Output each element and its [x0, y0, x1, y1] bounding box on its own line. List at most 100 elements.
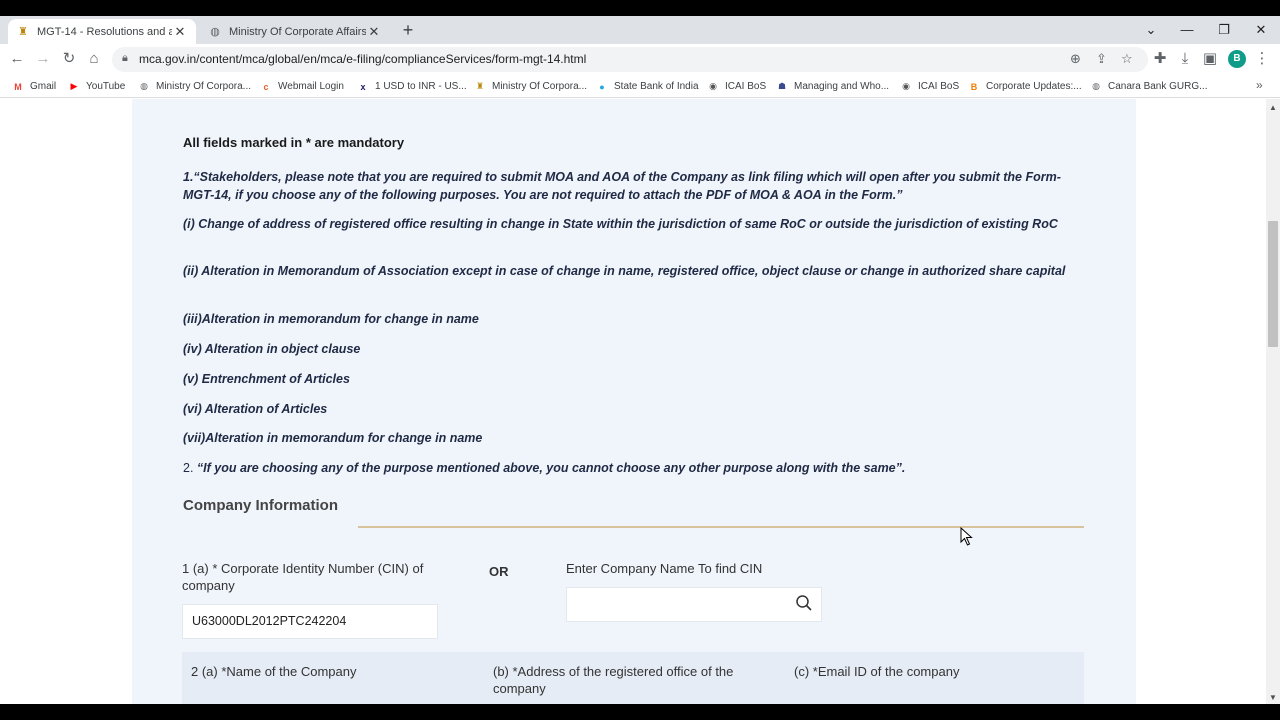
company-name-search-input[interactable] — [566, 587, 822, 622]
globe-icon: ◍ — [140, 81, 148, 91]
bookmark-item[interactable]: c Webmail Login — [260, 79, 344, 94]
bookmark-label: 1 USD to INR - US... — [375, 81, 467, 92]
registered-address-label: (b) *Address of the registered office of… — [493, 664, 734, 696]
section-divider — [358, 526, 1084, 528]
globe-icon: ◍ — [1092, 81, 1100, 91]
emblem-icon: ♜ — [475, 81, 485, 91]
cin-input[interactable]: U63000DL2012PTC242204 — [182, 604, 438, 639]
tab-mgt14[interactable]: ♜ MGT-14 - Resolutions and agreements ✕ — [8, 19, 196, 44]
people-icon: ☗ — [777, 81, 787, 91]
url-text: mca.gov.in/content/mca/global/en/mca/e-f… — [139, 52, 587, 66]
profile-avatar[interactable]: B — [1228, 50, 1246, 68]
instruction-v: (v) Entrenchment of Articles — [183, 372, 350, 386]
bookmark-label: Corporate Updates:... — [986, 81, 1082, 92]
mouse-cursor-icon — [960, 527, 973, 546]
forward-icon[interactable]: → — [33, 49, 53, 69]
instruction-i: (i) Change of address of registered offi… — [183, 217, 1058, 231]
new-tab-button[interactable]: + — [398, 20, 418, 40]
bookmark-label: YouTube — [86, 81, 126, 92]
youtube-icon: ▶ — [70, 81, 78, 91]
bookmark-item[interactable]: ♜ Ministry Of Corpora... — [474, 79, 587, 94]
emblem-icon: ♜ — [18, 26, 28, 38]
xe-icon: x — [360, 81, 366, 92]
restore-button[interactable]: ❐ — [1209, 19, 1239, 41]
note-2: 2. “If you are choosing any of the purpo… — [183, 460, 1083, 478]
scroll-up-icon[interactable]: ▲ — [1269, 103, 1277, 112]
instruction-vi: (vi) Alteration of Articles — [183, 402, 328, 416]
bookmark-item[interactable]: ◍ Canara Bank GURG... — [1090, 79, 1207, 94]
download-icon[interactable]: ⤓ — [1175, 49, 1195, 69]
note-2-number: 2. — [183, 461, 194, 475]
scroll-down-icon[interactable]: ▼ — [1269, 693, 1277, 702]
mandatory-note: All fields marked in * are mandatory — [183, 135, 405, 150]
bookmark-label: State Bank of India — [614, 81, 699, 92]
scrollbar-thumb[interactable] — [1268, 221, 1278, 347]
zoom-icon[interactable]: ⊕ — [1070, 51, 1081, 67]
bookmarks-overflow-icon[interactable]: » — [1256, 78, 1263, 92]
note-2-text: “If you are choosing any of the purpose … — [196, 461, 906, 475]
close-window-button[interactable]: ✕ — [1246, 19, 1276, 41]
bookmark-item[interactable]: ◉ ICAI BoS — [707, 79, 766, 94]
bookmark-item[interactable]: ● State Bank of India — [596, 79, 699, 94]
bookmark-label: Ministry Of Corpora... — [492, 81, 588, 92]
browser-toolbar: ← → ↻ ⌂ 🔒︎ mca.gov.in/content/mca/global… — [0, 44, 1280, 75]
gmail-icon: M — [14, 81, 22, 92]
webmail-icon: c — [263, 81, 269, 92]
side-panel-icon[interactable]: ▣ — [1200, 49, 1220, 69]
home-icon[interactable]: ⌂ — [84, 49, 104, 69]
instruction-iii: (iii)Alteration in memorandum for change… — [183, 312, 479, 326]
form-panel: All fields marked in * are mandatory 1.“… — [132, 99, 1136, 704]
lock-icon: 🔒︎ — [122, 52, 128, 64]
bookmark-label: Webmail Login — [278, 81, 344, 92]
bookmark-item[interactable]: x 1 USD to INR - US... — [357, 79, 467, 94]
company-name-label: 2 (a) *Name of the Company — [191, 664, 357, 679]
menu-kebab-icon[interactable]: ⋮ — [1252, 49, 1272, 69]
find-cin-label: Enter Company Name To find CIN — [566, 561, 763, 576]
back-icon[interactable]: ← — [7, 49, 27, 69]
tab-mca[interactable]: ◍ Ministry Of Corporate Affairs - MCA ✕ — [200, 19, 390, 44]
sbi-icon: ● — [599, 81, 605, 92]
instruction-vii: (vii)Alteration in memorandum for change… — [183, 431, 483, 445]
globe-icon: ◍ — [210, 26, 220, 38]
tab-title: Ministry Of Corporate Affairs - MCA — [229, 25, 366, 38]
address-bar[interactable]: 🔒︎ mca.gov.in/content/mca/global/en/mca/… — [112, 47, 1148, 72]
bookmark-item[interactable]: ◍ Ministry Of Corpora... — [138, 79, 251, 94]
instruction-ii: (ii) Alteration in Memorandum of Associa… — [183, 264, 1066, 278]
bookmark-item[interactable]: B Corporate Updates:... — [968, 79, 1082, 94]
bookmark-label: Canara Bank GURG... — [1108, 81, 1208, 92]
minimize-button[interactable]: — — [1172, 19, 1202, 41]
bookmark-label: ICAI BoS — [918, 81, 960, 92]
bookmark-label: Managing and Who... — [794, 81, 890, 92]
tab-strip: ♜ MGT-14 - Resolutions and agreements ✕ … — [0, 16, 1280, 44]
cin-value: U63000DL2012PTC242204 — [192, 614, 347, 628]
icai-icon: ◉ — [709, 81, 717, 91]
bookmark-item[interactable]: ☗ Managing and Who... — [776, 79, 889, 94]
bookmark-item[interactable]: ◉ ICAI BoS — [900, 79, 959, 94]
bookmark-star-icon[interactable]: ☆ — [1121, 51, 1133, 67]
close-tab-icon[interactable]: ✕ — [172, 24, 188, 40]
share-icon[interactable]: ⇪ — [1096, 51, 1107, 67]
bookmark-label: Gmail — [30, 81, 57, 92]
instruction-iv: (iv) Alteration in object clause — [183, 342, 361, 356]
cin-label: 1 (a) * Corporate Identity Number (CIN) … — [182, 561, 424, 593]
reload-icon[interactable]: ↻ — [59, 49, 79, 69]
company-email-label: (c) *Email ID of the company — [794, 664, 960, 679]
bookmark-label: ICAI BoS — [725, 81, 767, 92]
close-tab-icon[interactable]: ✕ — [366, 24, 382, 40]
blogger-icon: B — [970, 81, 978, 92]
extensions-icon[interactable]: ✚ — [1150, 49, 1170, 69]
or-label: OR — [489, 564, 509, 579]
tab-search-icon[interactable]: ⌄ — [1136, 19, 1166, 41]
page-viewport: All fields marked in * are mandatory 1.“… — [0, 99, 1266, 704]
bookmark-item[interactable]: ▶ YouTube — [68, 79, 126, 94]
tab-title: MGT-14 - Resolutions and agreements — [37, 25, 172, 38]
search-icon[interactable] — [795, 594, 813, 612]
section-title: Company Information — [183, 497, 339, 514]
bookmark-label: Ministry Of Corpora... — [156, 81, 252, 92]
page-scrollbar[interactable]: ▲ ▼ — [1266, 99, 1280, 704]
icai-icon: ◉ — [902, 81, 910, 91]
browser-window: ♜ MGT-14 - Resolutions and agreements ✕ … — [0, 16, 1280, 704]
bookmarks-bar: M Gmail ▶ YouTube ◍ Ministry Of Corpora... c We… — [0, 75, 1280, 98]
bookmark-item[interactable]: M Gmail — [12, 79, 56, 94]
instruction-1: 1.“Stakeholders, please note that you ar… — [183, 170, 1061, 202]
